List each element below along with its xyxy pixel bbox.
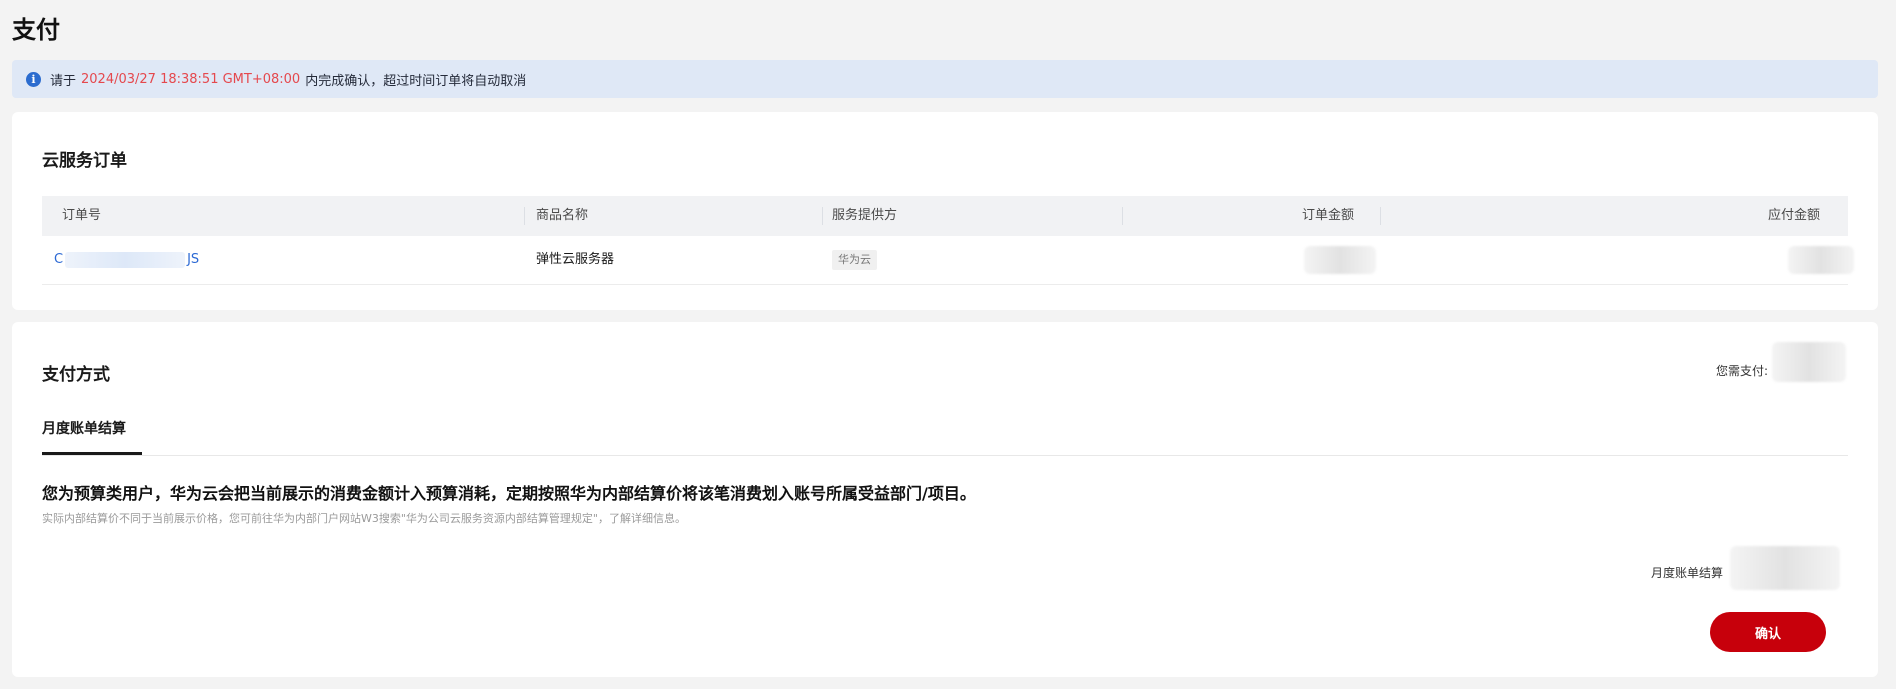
tab-divider bbox=[42, 455, 1848, 456]
order-number-end: JS bbox=[187, 252, 200, 267]
need-pay-label: 您需支付: bbox=[1715, 364, 1768, 378]
provider-cell: 华为云 bbox=[832, 236, 877, 284]
notice-prefix: 请于 bbox=[50, 73, 77, 89]
confirm-button[interactable]: 确认 bbox=[1710, 612, 1826, 652]
notice-suffix: 内完成确认，超过时间订单将自动取消 bbox=[305, 73, 527, 89]
column-divider bbox=[1122, 207, 1123, 225]
column-divider bbox=[1380, 207, 1381, 225]
info-icon: i bbox=[26, 71, 41, 87]
table-row: C JS 弹性云服务器 华为云 bbox=[42, 236, 1854, 285]
tab-monthly-billing[interactable]: 月度账单结算 bbox=[42, 418, 126, 438]
payment-section-title: 支付方式 bbox=[42, 365, 110, 385]
order-section-title: 云服务订单 bbox=[42, 151, 127, 171]
column-divider bbox=[822, 207, 823, 225]
payable-amount-masked bbox=[1788, 246, 1854, 274]
order-number-start: C bbox=[54, 252, 64, 267]
page-title: 支付 bbox=[12, 16, 60, 44]
provider-tag: 华为云 bbox=[832, 250, 877, 270]
monthly-amount-masked bbox=[1730, 546, 1840, 590]
need-pay-amount-masked bbox=[1772, 342, 1846, 382]
column-divider bbox=[524, 207, 525, 225]
order-table-header: 订单号 商品名称 服务提供方 订单金额 应付金额 bbox=[42, 196, 1848, 236]
column-provider: 服务提供方 bbox=[832, 208, 898, 223]
masked-order-number bbox=[65, 251, 186, 268]
column-product: 商品名称 bbox=[536, 208, 589, 223]
payment-card: 支付方式 您需支付: 月度账单结算 您为预算类用户，华为云会把当前展示的消费金额… bbox=[12, 322, 1878, 677]
order-number-link[interactable]: C JS bbox=[54, 236, 199, 284]
order-amount-masked bbox=[1304, 246, 1376, 274]
column-order-no: 订单号 bbox=[62, 208, 102, 223]
column-order-amount: 订单金额 bbox=[1302, 208, 1355, 223]
settlement-hint: 实际内部结算价不同于当前展示价格，您可前往华为内部门户网站W3搜索"华为公司云服… bbox=[42, 512, 686, 525]
budget-user-notice: 您为预算类用户，华为云会把当前展示的消费金额计入预算消耗，定期按照华为内部结算价… bbox=[42, 484, 976, 503]
notice-banner: i 请于 2024/03/27 18:38:51 GMT+08:00 内完成确认… bbox=[12, 60, 1878, 98]
notice-deadline: 2024/03/27 18:38:51 GMT+08:00 bbox=[81, 71, 301, 87]
payment-page: 支付 i 请于 2024/03/27 18:38:51 GMT+08:00 内完… bbox=[0, 0, 1896, 689]
column-payable-amount: 应付金额 bbox=[1768, 208, 1821, 223]
monthly-billing-label: 月度账单结算 bbox=[1650, 566, 1723, 580]
order-card: 云服务订单 订单号 商品名称 服务提供方 订单金额 应付金额 C JS 弹性云服务… bbox=[12, 112, 1878, 310]
product-name: 弹性云服务器 bbox=[536, 252, 615, 267]
